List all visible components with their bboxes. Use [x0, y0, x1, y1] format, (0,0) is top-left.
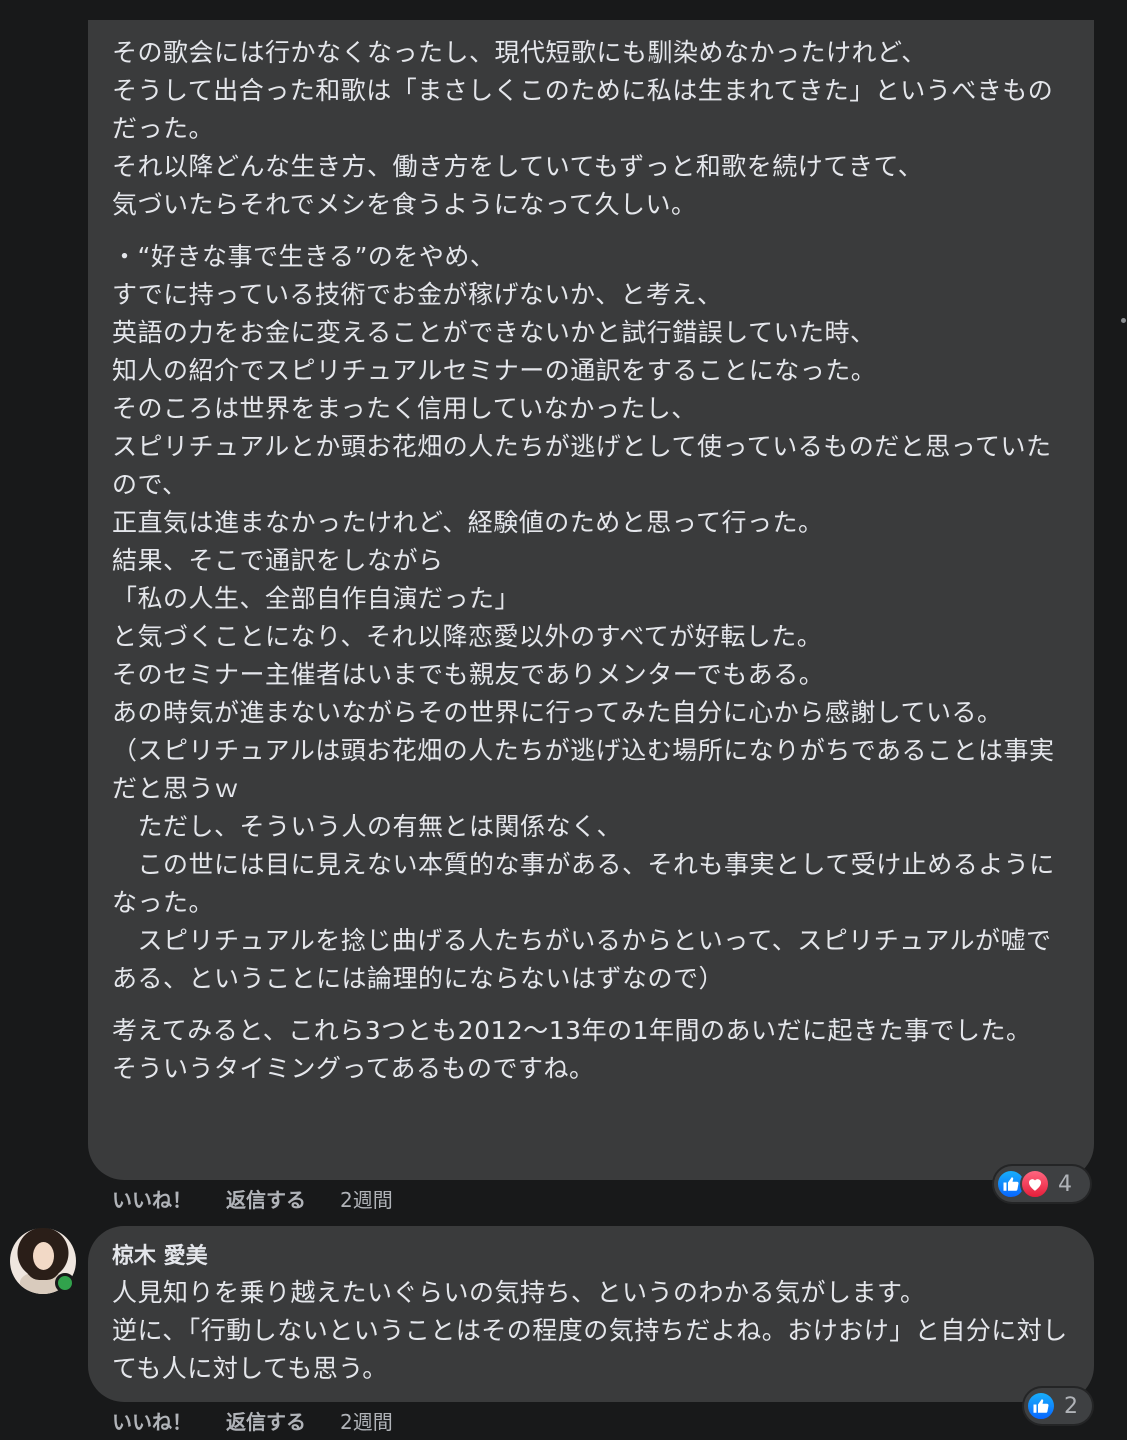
comment-timestamp[interactable]: 2週間	[340, 1408, 393, 1436]
online-status-icon	[55, 1273, 75, 1293]
like-button[interactable]: いいね！	[112, 1408, 192, 1436]
like-button[interactable]: いいね！	[112, 1186, 192, 1214]
love-icon	[1020, 1169, 1050, 1199]
reaction-summary[interactable]: 4	[994, 1166, 1090, 1202]
comment-thread: その歌会には行かなくなったし、現代短歌にも馴染めなかったけれど、 そうして出合っ…	[0, 0, 1127, 1440]
reaction-count: 2	[1064, 1393, 1078, 1419]
comment-author[interactable]: 椋木 愛美	[112, 1240, 1070, 1274]
comment-paragraph: 考えてみると、これら3つとも2012〜13年の1年間のあいだに起きた事でした。 …	[112, 1016, 1032, 1083]
scrollbar-indicator[interactable]	[1121, 318, 1126, 323]
reaction-count: 4	[1058, 1171, 1072, 1197]
comment-bubble: その歌会には行かなくなったし、現代短歌にも馴染めなかったけれど、 そうして出合っ…	[88, 20, 1094, 1180]
comment-paragraph: ・“好きな事で生きる”のをやめ、 すでに持っている技術でお金が稼げないか、と考え…	[112, 242, 1055, 993]
comment-paragraph: 人見知りを乗り越えたいぐらいの気持ち、というのわかる気がします。 逆に、「行動し…	[112, 1278, 1068, 1383]
comment-actions: いいね！ 返信する 2週間	[112, 1408, 393, 1436]
comment-bubble: 椋木 愛美 人見知りを乗り越えたいぐらいの気持ち、というのわかる気がします。 逆…	[88, 1226, 1094, 1402]
reply-button[interactable]: 返信する	[226, 1408, 306, 1436]
like-icon	[1026, 1391, 1056, 1421]
comment-actions: いいね！ 返信する 2週間	[112, 1186, 393, 1214]
comment-timestamp[interactable]: 2週間	[340, 1186, 393, 1214]
comment-paragraph: その歌会には行かなくなったし、現代短歌にも馴染めなかったけれど、 そうして出合っ…	[112, 38, 1054, 219]
reaction-summary[interactable]: 2	[1024, 1388, 1092, 1424]
reply-button[interactable]: 返信する	[226, 1186, 306, 1214]
